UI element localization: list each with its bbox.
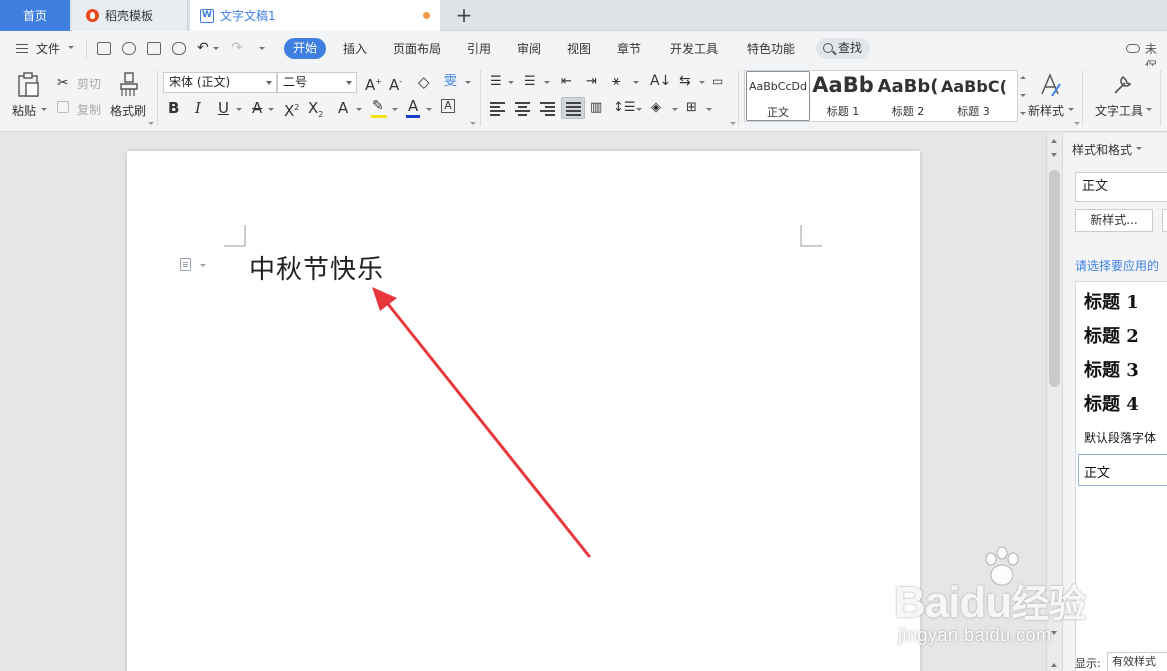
show-filter-value: 有效样式 — [1112, 655, 1156, 668]
clear-format-button[interactable] — [1162, 209, 1167, 232]
current-style-field[interactable]: 正文 — [1075, 172, 1167, 202]
style-list-item-heading-3[interactable]: 标题 3 — [1084, 356, 1139, 382]
panel-title: 样式和格式 — [1072, 143, 1133, 157]
panel-menu-icon[interactable] — [1136, 147, 1142, 150]
arrow-shaft — [382, 297, 591, 558]
watermark-brand-du: du — [959, 578, 1012, 627]
baidu-watermark: Baidu经验 jingyan.baidu.com — [894, 545, 1109, 665]
style-list-item-normal[interactable]: 正文 — [1084, 462, 1110, 481]
new-style-panel-label: 新样式... — [1090, 213, 1138, 227]
watermark-brand-cn: 经验 — [1011, 584, 1086, 626]
panel-hint: 请选择要应用的 — [1075, 259, 1160, 273]
watermark-url: jingyan.baidu.com — [898, 625, 1052, 645]
scrollbar-thumb[interactable] — [1049, 170, 1060, 387]
show-filter-select[interactable]: 有效样式 — [1107, 652, 1167, 671]
scroll-up-icon[interactable] — [1051, 139, 1057, 143]
style-list-item-heading-1[interactable]: 标题 1 — [1084, 288, 1139, 314]
style-list-item-default-font[interactable]: 默认段落字体 — [1084, 429, 1156, 446]
watermark-brand-bai: Bai — [894, 578, 960, 627]
style-list-item-heading-4[interactable]: 标题 4 — [1084, 390, 1139, 416]
current-style-value: 正文 — [1082, 179, 1109, 194]
arrow-head — [372, 287, 397, 311]
watermark-brand: Baidu经验 — [894, 573, 1086, 628]
scroll-pageup-icon[interactable] — [1051, 153, 1057, 157]
style-list-item-heading-2[interactable]: 标题 2 — [1084, 322, 1139, 348]
new-style-panel-button[interactable]: 新样式... — [1075, 209, 1153, 232]
